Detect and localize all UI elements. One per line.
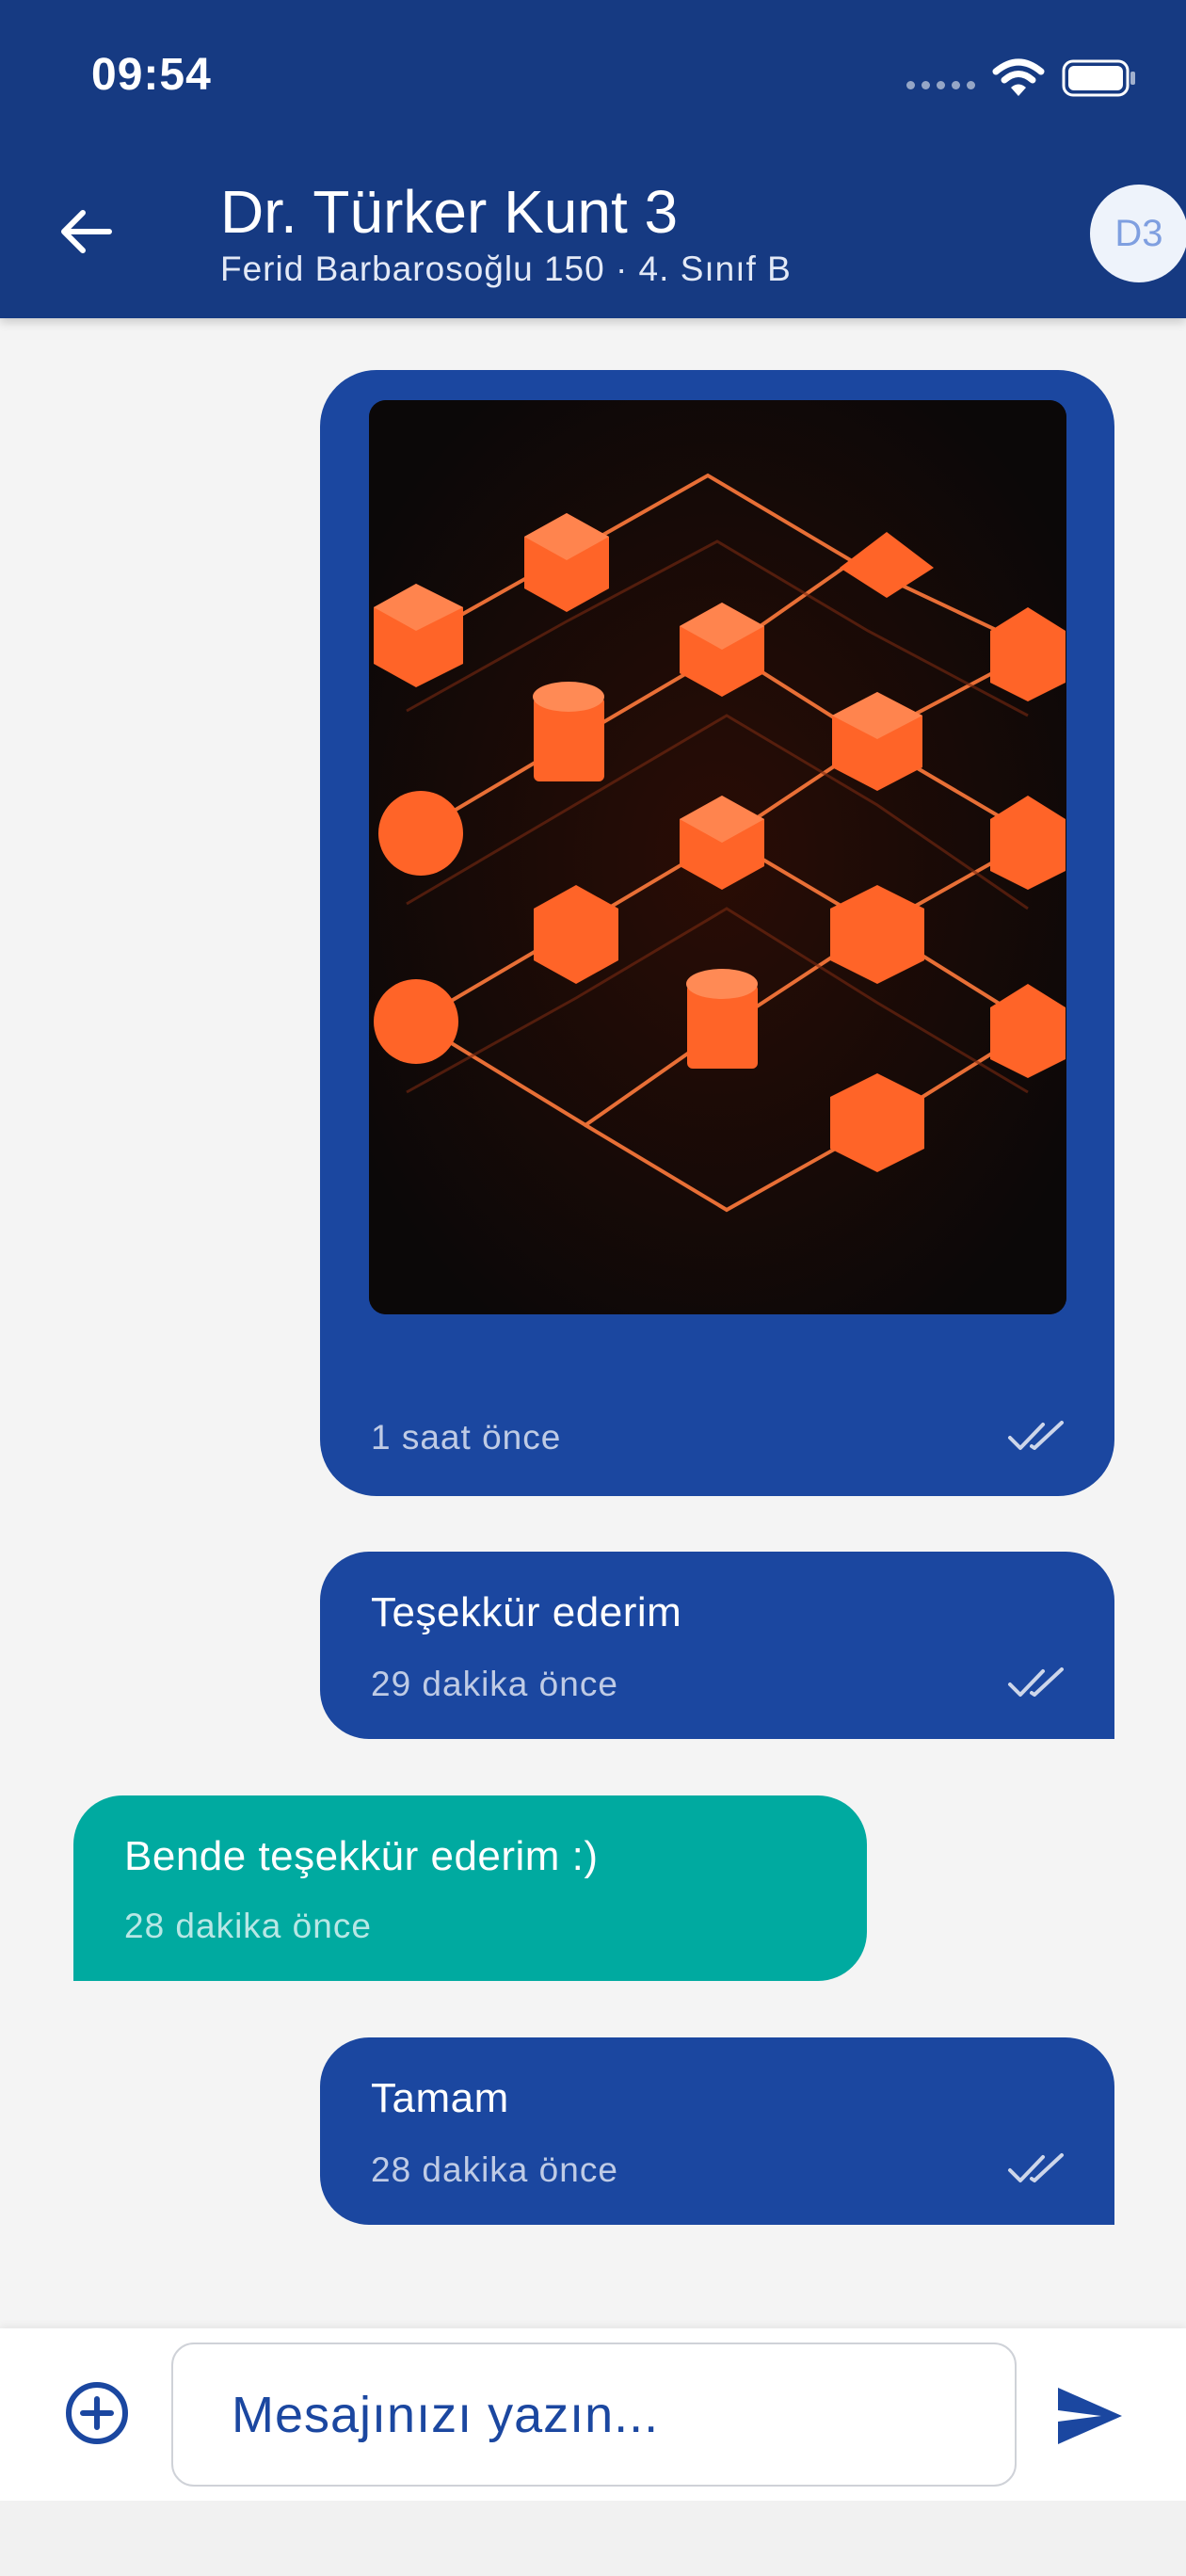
network-illustration [369, 400, 1066, 1314]
signal-icon [906, 80, 975, 89]
contact-name: Dr. Türker Kunt 3 [220, 178, 679, 246]
arrow-left-icon [61, 210, 112, 253]
message-time: 1 saat önce [371, 1418, 562, 1457]
chat-screen: 09:54 Dr. Türker Kunt 3 Ferid Barbarosoğ… [0, 0, 1186, 2576]
message-input[interactable] [171, 2343, 1017, 2487]
back-button[interactable] [56, 202, 115, 261]
double-check-icon [1008, 2153, 1064, 2182]
status-icons [906, 58, 1137, 98]
wifi-icon [992, 58, 1045, 96]
message-bubble-image[interactable]: 1 saat önce [320, 370, 1114, 1496]
contact-subtitle: Ferid Barbarosoğlu 150 · 4. Sınıf B [220, 250, 792, 288]
double-check-icon [1008, 1667, 1064, 1697]
message-text: Tamam [371, 2075, 509, 2121]
message-time: 29 dakika önce [371, 1665, 618, 1703]
send-button[interactable] [1054, 2380, 1126, 2452]
message-time: 28 dakika önce [124, 1907, 372, 1945]
message-bubble-incoming[interactable]: Bende teşekkür ederim :) 28 dakika önce [73, 1795, 867, 1981]
message-bubble-outgoing[interactable]: Tamam 28 dakika önce [320, 2037, 1114, 2225]
bottom-safe-area [0, 2501, 1186, 2576]
send-icon [1058, 2388, 1122, 2444]
avatar[interactable]: D3 [1090, 185, 1186, 282]
double-check-icon [1008, 1421, 1064, 1450]
status-time: 09:54 [91, 50, 212, 100]
message-image[interactable] [369, 400, 1066, 1314]
battery-icon [1062, 59, 1135, 97]
chat-header: 09:54 Dr. Türker Kunt 3 Ferid Barbarosoğ… [0, 0, 1186, 318]
message-bubble-outgoing[interactable]: Teşekkür ederim 29 dakika önce [320, 1552, 1114, 1739]
plus-circle-icon [66, 2382, 128, 2444]
message-text: Bende teşekkür ederim :) [124, 1833, 599, 1879]
message-text: Teşekkür ederim [371, 1589, 682, 1635]
message-composer [0, 2328, 1186, 2501]
message-time: 28 dakika önce [371, 2150, 618, 2189]
attach-button[interactable] [64, 2380, 130, 2446]
